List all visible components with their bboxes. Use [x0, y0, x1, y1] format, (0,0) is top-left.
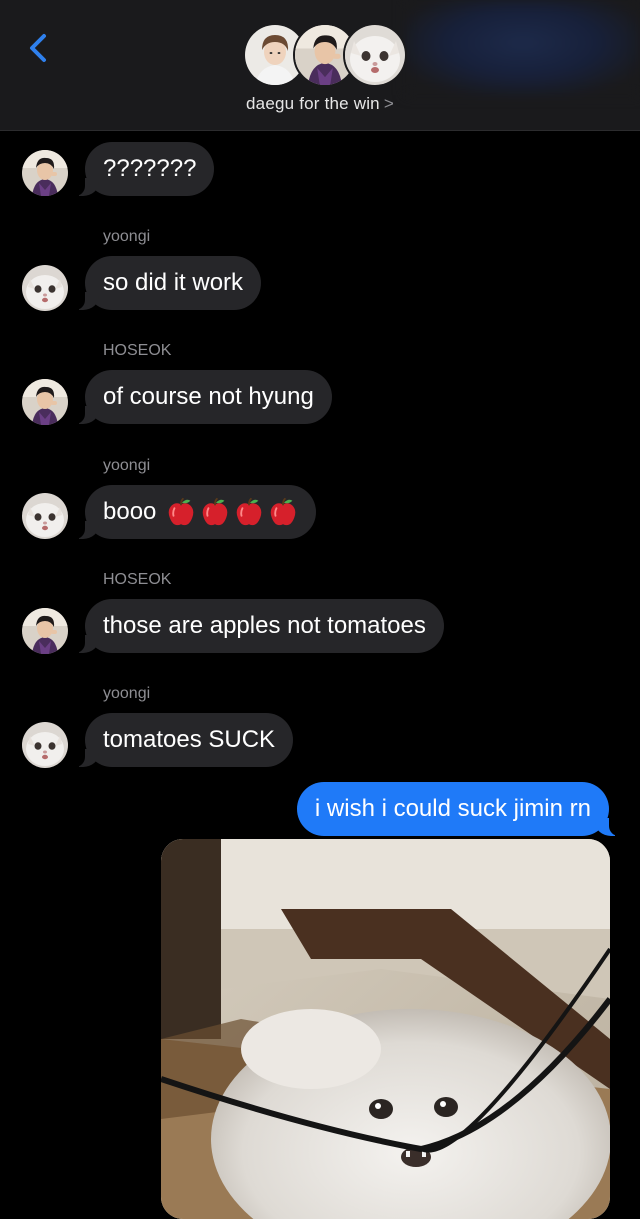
- sender-label: yoongi: [103, 685, 151, 702]
- avatar-hoseok[interactable]: [22, 608, 68, 654]
- message-text: those are apples not tomatoes: [103, 612, 426, 639]
- avatar-yoongi[interactable]: [22, 722, 68, 768]
- chevron-left-icon: [30, 34, 46, 62]
- message-bubble[interactable]: ???????: [73, 142, 215, 196]
- apple-icon: [200, 497, 230, 527]
- message-bubble[interactable]: tomatoes SUCK: [73, 713, 294, 767]
- message-text: of course not hyung: [103, 383, 314, 410]
- avatar-hoseok[interactable]: [22, 150, 68, 196]
- blurred-region: [405, 0, 640, 95]
- cat-photo[interactable]: [161, 839, 610, 1219]
- sender-label: yoongi: [103, 228, 151, 245]
- outgoing-message-bubble[interactable]: i wish i could suck jimin rn: [296, 782, 621, 836]
- group-name-label: daegu for the win: [246, 94, 380, 113]
- message-text: ???????: [103, 155, 197, 182]
- message-text: tomatoes SUCK: [103, 726, 276, 753]
- group-avatars[interactable]: [243, 23, 407, 87]
- message-text: so did it work: [103, 269, 244, 296]
- sender-label: yoongi: [103, 457, 151, 474]
- apple-icon: [234, 497, 264, 527]
- message-bubble[interactable]: those are apples not tomatoes: [74, 599, 444, 653]
- apple-icon: [268, 497, 298, 527]
- back-button[interactable]: [20, 28, 60, 68]
- sender-label: HOSEOK: [103, 342, 172, 359]
- message-bubble[interactable]: so did it work: [73, 256, 262, 310]
- message-bubble[interactable]: booo: [73, 485, 317, 539]
- message-text: i wish i could suck jimin rn: [314, 795, 591, 822]
- message-text: booo: [103, 498, 157, 525]
- group-name[interactable]: daegu for the win >: [0, 94, 640, 114]
- chevron-right-icon: >: [383, 94, 394, 113]
- avatar-yoongi: [343, 23, 407, 87]
- message-bubble[interactable]: of course not hyung: [74, 370, 332, 424]
- sender-label: HOSEOK: [103, 571, 172, 588]
- apple-emojis: [166, 497, 298, 527]
- avatar-yoongi[interactable]: [22, 265, 68, 311]
- avatar-hoseok[interactable]: [22, 379, 68, 425]
- apple-icon: [166, 497, 196, 527]
- avatar-yoongi[interactable]: [22, 493, 68, 539]
- cat-image: [161, 839, 610, 1219]
- chat-header: daegu for the win >: [0, 0, 640, 131]
